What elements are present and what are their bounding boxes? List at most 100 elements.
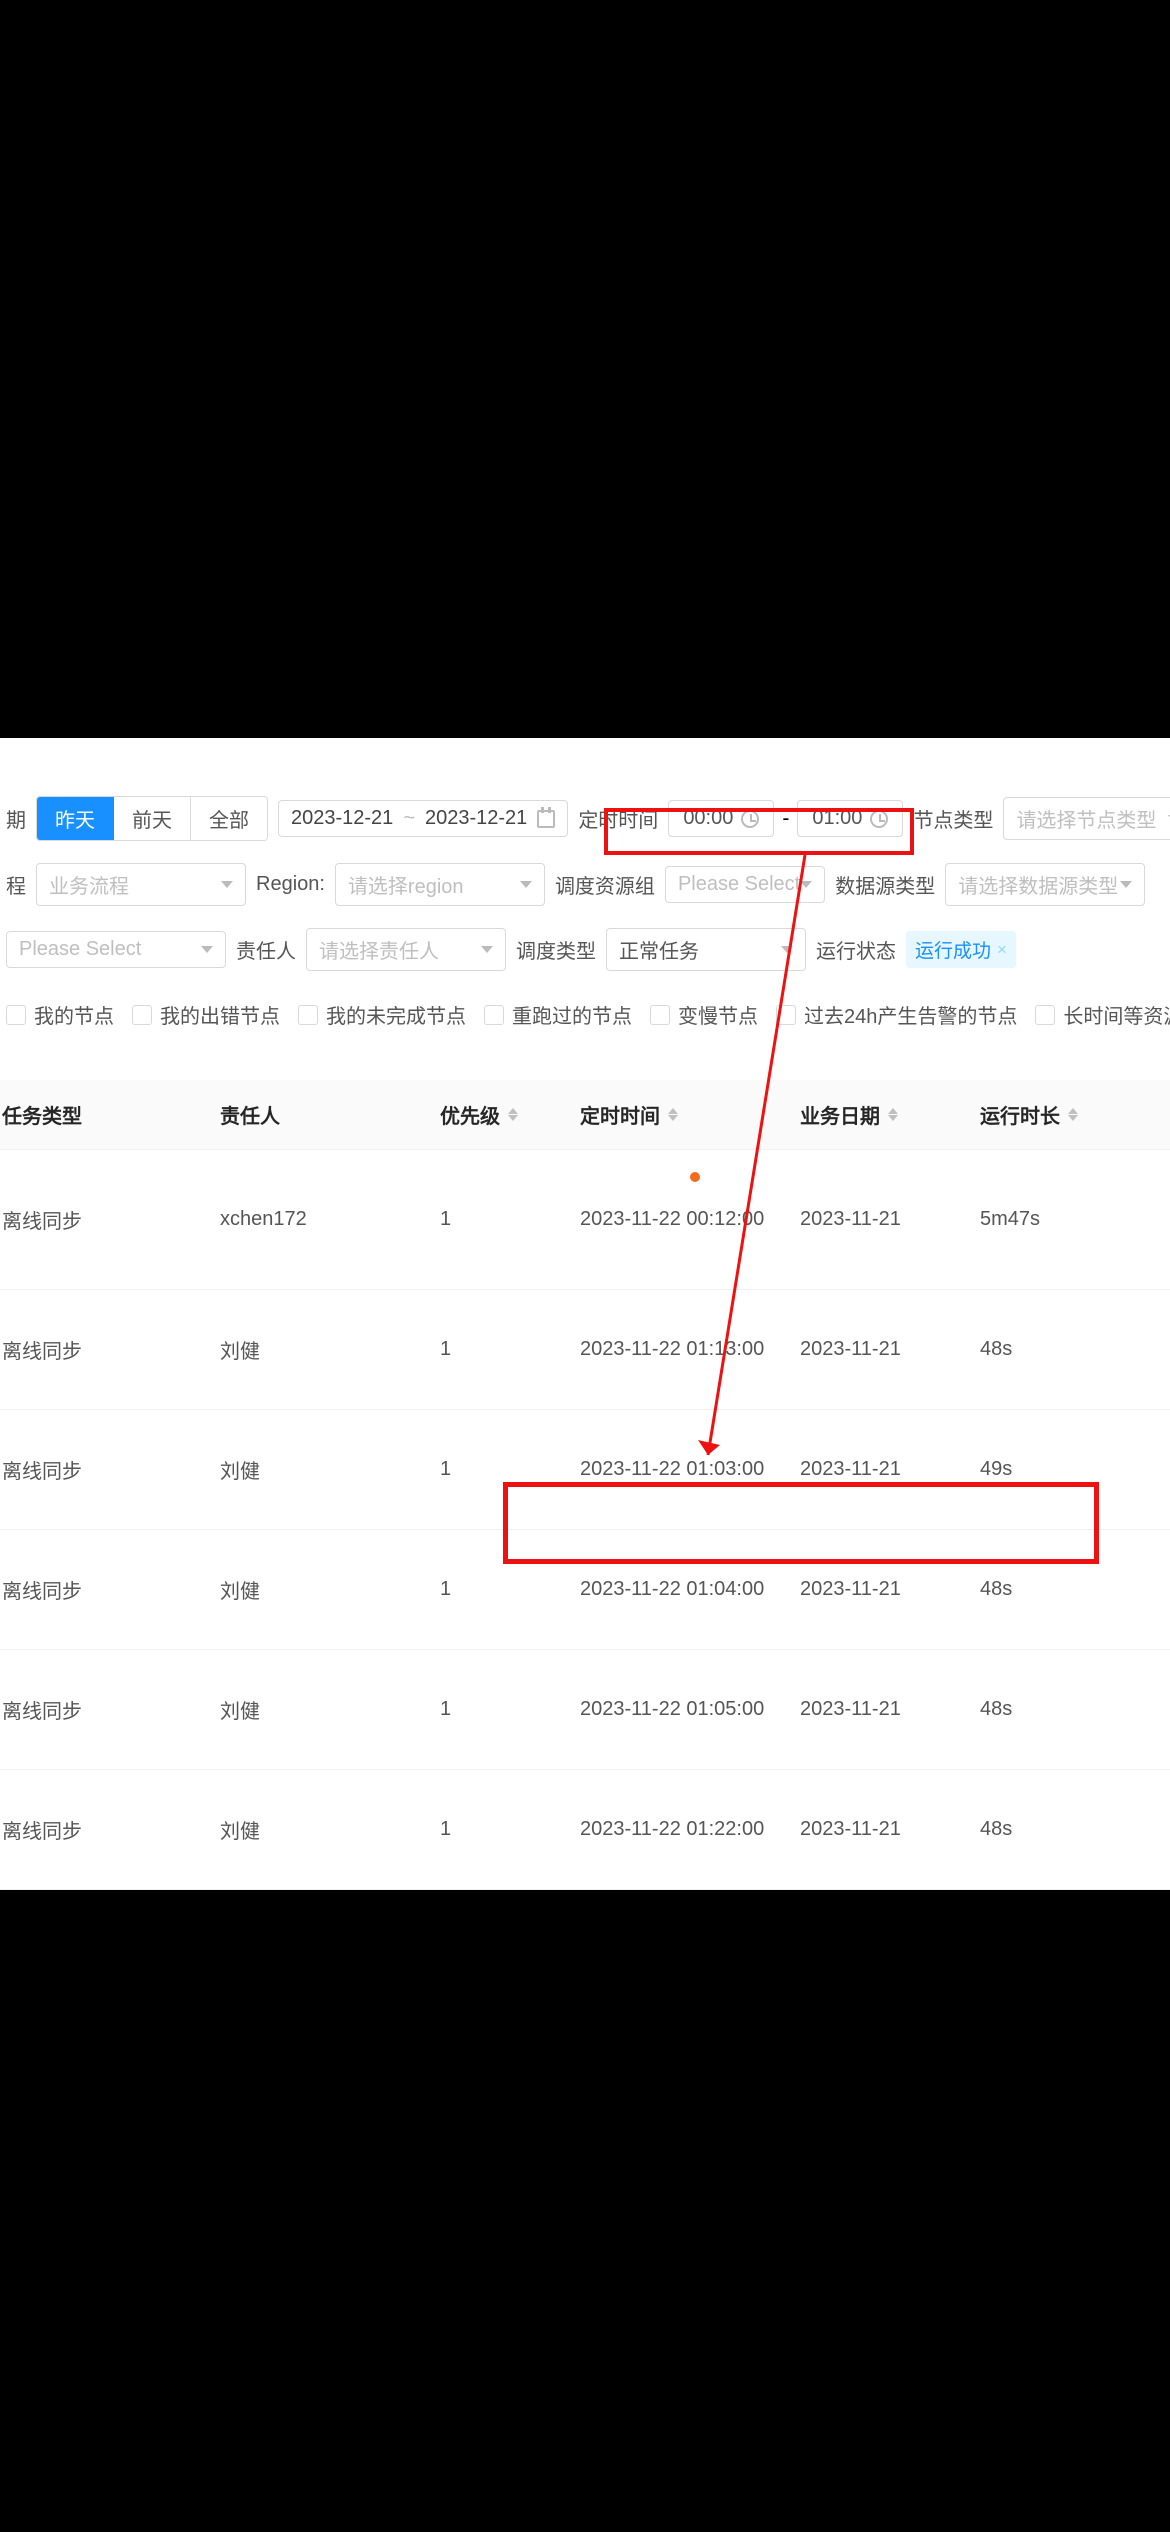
generic-select[interactable]: Please Select bbox=[6, 931, 226, 968]
cell-sched-time: 2023-11-22 01:03:00 bbox=[580, 1458, 800, 1481]
cell-priority: 1 bbox=[440, 1578, 580, 1601]
cell-sched-time: 2023-11-22 00:12:00 bbox=[580, 1208, 800, 1231]
th-owner[interactable]: 责任人 bbox=[220, 1100, 440, 1129]
cell-duration: 5m47s bbox=[980, 1208, 1150, 1231]
chevron-down-icon bbox=[221, 881, 233, 888]
chevron-down-icon bbox=[520, 881, 532, 888]
cell-duration: 48s bbox=[980, 1698, 1150, 1721]
filter-row-2: 程 业务流程 Region: 请选择region 调度资源组 Please Se… bbox=[0, 863, 1170, 906]
cell-duration: 48s bbox=[980, 1338, 1150, 1361]
tab-yesterday[interactable]: 昨天 bbox=[37, 797, 114, 840]
th-owner-label: 责任人 bbox=[220, 1100, 280, 1129]
time-range-dash: - bbox=[782, 807, 789, 831]
region-placeholder: 请选择region bbox=[348, 870, 464, 899]
time-to-input[interactable]: 01:00 bbox=[797, 800, 903, 837]
chevron-down-icon bbox=[800, 881, 812, 888]
chk-my-unfinished[interactable]: 我的未完成节点 bbox=[298, 1000, 466, 1029]
chk-my-nodes[interactable]: 我的节点 bbox=[6, 1000, 114, 1029]
sort-icon bbox=[668, 1108, 678, 1121]
node-type-select[interactable]: 请选择节点类型 bbox=[1003, 797, 1170, 840]
task-table: 任务类型 责任人 优先级 定时时间 业务日期 运行时长 离线同步xchen172… bbox=[0, 1080, 1170, 1890]
flow-label-fragment: 程 bbox=[6, 870, 26, 899]
chk-alert24h[interactable]: 过去24h产生告警的节点 bbox=[776, 1000, 1017, 1029]
cell-biz-date: 2023-11-21 bbox=[800, 1698, 980, 1721]
th-priority-label: 优先级 bbox=[440, 1100, 500, 1129]
owner-select[interactable]: 请选择责任人 bbox=[306, 928, 506, 971]
th-duration-label: 运行时长 bbox=[980, 1100, 1060, 1129]
date-quick-tabs: 昨天 前天 全部 bbox=[36, 796, 268, 841]
schedule-type-select[interactable]: 正常任务 bbox=[606, 928, 806, 971]
cell-priority: 1 bbox=[440, 1208, 580, 1231]
clock-icon bbox=[741, 810, 759, 828]
table-row[interactable]: 离线同步刘健12023-11-22 01:03:002023-11-2149s bbox=[0, 1410, 1170, 1530]
cell-sched-time: 2023-11-22 01:22:00 bbox=[580, 1818, 800, 1841]
flow-placeholder: 业务流程 bbox=[49, 870, 129, 899]
cell-task-type: 离线同步 bbox=[0, 1455, 220, 1484]
checkbox-icon bbox=[132, 1005, 152, 1025]
cell-biz-date: 2023-11-21 bbox=[800, 1578, 980, 1601]
time-range-picker: 00:00 - 01:00 bbox=[668, 800, 903, 837]
cell-task-type: 离线同步 bbox=[0, 1205, 220, 1234]
chevron-down-icon bbox=[781, 946, 793, 953]
th-task-type-label: 任务类型 bbox=[2, 1100, 82, 1129]
time-from-input[interactable]: 00:00 bbox=[668, 800, 774, 837]
table-row[interactable]: 离线同步刘健12023-11-22 01:22:002023-11-2148s bbox=[0, 1770, 1170, 1890]
time-from-value: 00:00 bbox=[683, 807, 733, 830]
table-body: 离线同步xchen17212023-11-22 00:12:002023-11-… bbox=[0, 1150, 1170, 1890]
th-biz-date-label: 业务日期 bbox=[800, 1100, 880, 1129]
status-tag-text: 运行成功 bbox=[915, 936, 991, 963]
close-icon[interactable]: × bbox=[997, 940, 1007, 960]
date-label-fragment: 期 bbox=[6, 804, 26, 833]
chk-slow[interactable]: 变慢节点 bbox=[650, 1000, 758, 1029]
chevron-down-icon bbox=[201, 946, 213, 953]
chk-my-nodes-label: 我的节点 bbox=[34, 1000, 114, 1029]
sched-time-label: 定时时间 bbox=[578, 804, 658, 833]
checkbox-icon bbox=[650, 1005, 670, 1025]
cell-owner: xchen172 bbox=[220, 1208, 440, 1231]
cell-task-type: 离线同步 bbox=[0, 1335, 220, 1364]
ds-type-select[interactable]: 请选择数据源类型 bbox=[945, 863, 1145, 906]
ds-type-placeholder: 请选择数据源类型 bbox=[958, 870, 1118, 899]
th-duration[interactable]: 运行时长 bbox=[980, 1100, 1150, 1129]
table-row[interactable]: 离线同步刘健12023-11-22 01:05:002023-11-2148s bbox=[0, 1650, 1170, 1770]
th-priority[interactable]: 优先级 bbox=[440, 1100, 580, 1129]
checkbox-icon bbox=[1035, 1005, 1055, 1025]
cell-sched-time: 2023-11-22 01:05:00 bbox=[580, 1698, 800, 1721]
th-task-type[interactable]: 任务类型 bbox=[0, 1100, 220, 1129]
cell-priority: 1 bbox=[440, 1338, 580, 1361]
chevron-down-icon bbox=[481, 946, 493, 953]
checkbox-icon bbox=[484, 1005, 504, 1025]
chk-longwait[interactable]: 长时间等资源的节点 bbox=[1035, 1000, 1170, 1029]
date-from: 2023-12-21 bbox=[291, 807, 393, 830]
checkbox-icon bbox=[6, 1005, 26, 1025]
filter-row-3: Please Select 责任人 请选择责任人 调度类型 正常任务 运行状态 … bbox=[0, 928, 1170, 971]
tab-day-before[interactable]: 前天 bbox=[114, 797, 191, 840]
resource-group-select[interactable]: Please Select bbox=[665, 866, 825, 903]
chk-rerun-label: 重跑过的节点 bbox=[512, 1000, 632, 1029]
tab-all[interactable]: 全部 bbox=[191, 797, 267, 840]
chk-my-unfinished-label: 我的未完成节点 bbox=[326, 1000, 466, 1029]
chk-my-error[interactable]: 我的出错节点 bbox=[132, 1000, 280, 1029]
table-row[interactable]: 离线同步刘健12023-11-22 01:04:002023-11-2148s bbox=[0, 1530, 1170, 1650]
cell-biz-date: 2023-11-21 bbox=[800, 1338, 980, 1361]
sort-icon bbox=[1068, 1108, 1078, 1121]
region-select[interactable]: 请选择region bbox=[335, 863, 545, 906]
chk-slow-label: 变慢节点 bbox=[678, 1000, 758, 1029]
date-range-picker[interactable]: 2023-12-21 ~ 2023-12-21 bbox=[278, 800, 568, 837]
resource-group-label: 调度资源组 bbox=[555, 870, 655, 899]
app-panel: 期 昨天 前天 全部 2023-12-21 ~ 2023-12-21 定时时间 … bbox=[0, 738, 1170, 1890]
cell-biz-date: 2023-11-21 bbox=[800, 1818, 980, 1841]
th-sched-time[interactable]: 定时时间 bbox=[580, 1100, 800, 1129]
table-row[interactable]: 离线同步xchen17212023-11-22 00:12:002023-11-… bbox=[0, 1150, 1170, 1290]
table-header: 任务类型 责任人 优先级 定时时间 业务日期 运行时长 bbox=[0, 1080, 1170, 1150]
node-type-placeholder: 请选择节点类型 bbox=[1016, 804, 1156, 833]
node-type-label: 节点类型 bbox=[913, 804, 993, 833]
table-row[interactable]: 离线同步刘健12023-11-22 01:13:002023-11-2148s bbox=[0, 1290, 1170, 1410]
status-tag[interactable]: 运行成功 × bbox=[906, 931, 1016, 968]
th-sched-time-label: 定时时间 bbox=[580, 1100, 660, 1129]
th-biz-date[interactable]: 业务日期 bbox=[800, 1100, 980, 1129]
chk-rerun[interactable]: 重跑过的节点 bbox=[484, 1000, 632, 1029]
flow-select[interactable]: 业务流程 bbox=[36, 863, 246, 906]
generic-placeholder: Please Select bbox=[19, 938, 141, 961]
date-to: 2023-12-21 bbox=[425, 807, 527, 830]
